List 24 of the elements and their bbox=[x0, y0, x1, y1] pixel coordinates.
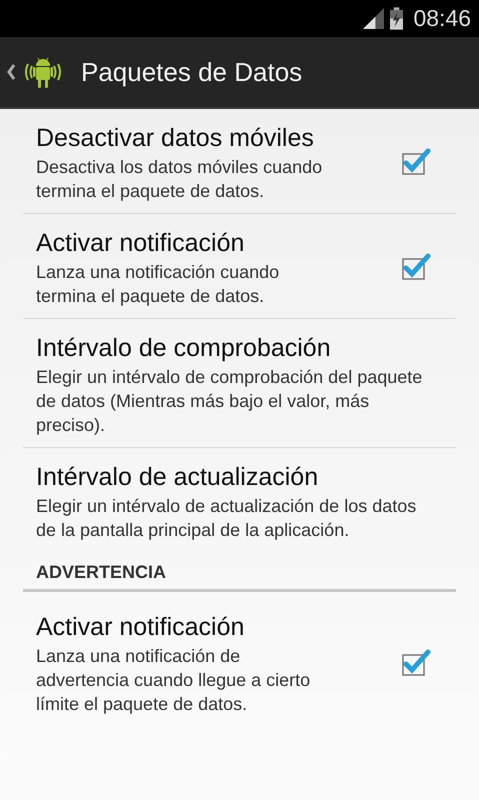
signal-icon bbox=[363, 8, 384, 29]
preference-title: Intérvalo de actualización bbox=[36, 462, 320, 493]
preference-summary: Desactiva los datos móviles cuando termina el paquete de datos. bbox=[36, 156, 324, 203]
screen-title: Paquetes de Datos bbox=[81, 56, 302, 88]
preference-summary: Lanza una notificación cuando termina el paquete de datos. bbox=[36, 261, 280, 308]
preference-item[interactable]: Activar notificación Lanza una notificación cuando termina el paquete de datos. bbox=[23, 214, 456, 319]
preference-summary: Lanza una notificación de advertencia cuando llegue a cierto límite el paquete de datos. bbox=[36, 645, 312, 716]
preference-title: Intérvalo de comprobación bbox=[36, 333, 332, 364]
preference-item[interactable]: Intérvalo de comprobación Elegir un intérvalo de comprobación del paquete de datos (Mientras más bajo el valor, más preciso). bbox=[23, 319, 456, 448]
preference-title: Desactivar datos móviles bbox=[36, 123, 315, 154]
preference-item[interactable]: Activar notificación Lanza una notificación de advertencia cuando llegue a cierto límite el paquete de datos. bbox=[23, 598, 456, 726]
clock-time: 08:46 bbox=[413, 5, 471, 32]
back-chevron-icon[interactable] bbox=[7, 64, 15, 80]
preference-title: Activar notificación bbox=[36, 612, 246, 643]
preference-item[interactable]: Desactivar datos móviles Desactiva los datos móviles cuando termina el paquete de datos. bbox=[23, 109, 456, 214]
category-header: ADVERTENCIA bbox=[36, 562, 166, 582]
preference-item[interactable]: Intérvalo de actualización Elegir un intérvalo de actualización de los datos de la pantalla principal de la aplicación. bbox=[23, 448, 456, 552]
battery-charging-icon bbox=[390, 7, 404, 30]
checkbox[interactable] bbox=[401, 148, 431, 176]
preference-summary: Elegir un intérvalo de actualización de los datos de la pantalla principal de la aplicación. bbox=[36, 495, 418, 542]
preference-title: Activar notificación bbox=[36, 228, 246, 259]
checkbox[interactable] bbox=[401, 649, 431, 677]
preference-summary: Elegir un intérvalo de comprobación del paquete de datos (Mientras más bajo el valor, más preciso). bbox=[36, 366, 424, 437]
checkbox[interactable] bbox=[401, 253, 431, 281]
